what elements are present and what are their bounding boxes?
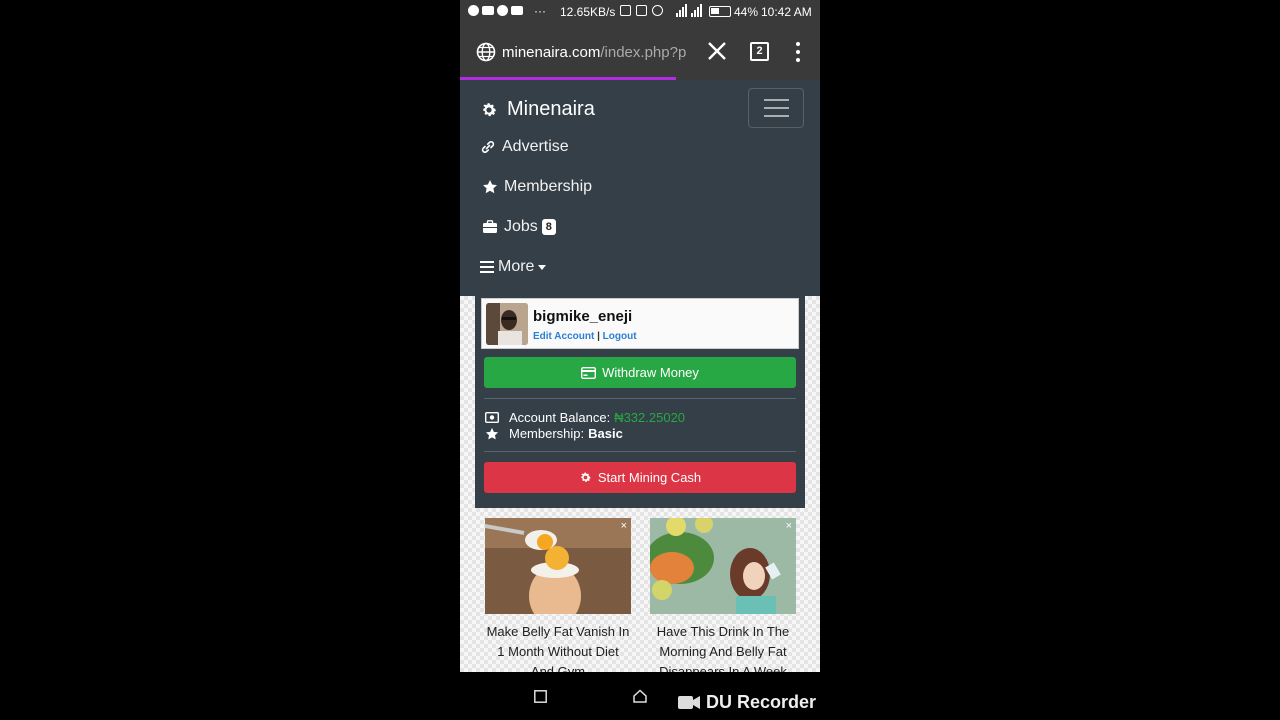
nav-item-label: More [498,258,535,275]
user-info-box: bigmike_eneji Edit Account | Logout [481,298,799,349]
site-navbar: Minenaira Advertise Membership Jobs 8 Mo… [460,80,820,296]
alarm-icon [652,5,663,16]
battery-percent: 44% [734,5,759,19]
ad-close-icon[interactable]: × [786,520,792,532]
battery-icon [709,6,731,17]
user-panel: bigmike_eneji Edit Account | Logout With… [475,296,805,508]
ad-image-drink: × [650,518,796,614]
nav-item-jobs[interactable]: Jobs 8 [482,218,556,236]
nav-item-label: Jobs [504,218,538,235]
home-icon[interactable] [633,689,647,703]
balance-value: ₦332.25020 [614,410,686,425]
cast-icon [620,5,631,16]
ad-image-egg: × [485,518,631,614]
mail-icon [511,6,523,15]
nav-item-label: Advertise [502,138,569,155]
membership-value: Basic [588,426,623,441]
membership-label: Membership: [509,426,585,441]
status-bar: ··· 12.65KB/s 44% 10:42 AM [460,0,820,24]
brand-link[interactable]: Minenaira [480,98,595,121]
bars-icon [480,261,494,273]
video-icon [482,6,494,15]
recorder-label: DU Recorder [706,692,817,712]
firefox-icon [497,5,508,16]
link-separator: | [597,331,600,342]
star-icon [485,427,499,439]
membership-row: Membership: Basic [485,426,623,441]
url-domain: minenaira.com [502,44,601,61]
credit-card-icon [581,366,597,379]
withdraw-money-button[interactable]: Withdraw Money [484,357,796,388]
account-balance-row: Account Balance: ₦332.25020 [485,410,685,425]
divider [484,398,796,399]
username: bigmike_eneji [533,308,633,325]
money-bill-icon [485,412,499,423]
nav-item-advertise[interactable]: Advertise [480,138,569,156]
more-notifications-indicator: ··· [534,4,546,18]
notification-icons [468,5,523,16]
gear-icon [581,472,591,482]
nav-item-membership[interactable]: Membership [482,178,592,196]
star-icon [483,180,497,194]
tab-switcher-button[interactable]: 2 [750,42,769,61]
navbar-toggler-button[interactable] [748,88,804,128]
chevron-down-icon [538,264,547,270]
nav-item-label: Membership [504,178,593,195]
start-mining-button[interactable]: Start Mining Cash [484,462,796,493]
gear-icon [483,102,497,116]
divider [484,451,796,452]
ad-close-icon[interactable]: × [621,520,627,532]
briefcase-icon [483,220,497,233]
nav-item-more-dropdown[interactable]: More [480,258,547,276]
edit-account-link[interactable]: Edit Account [533,331,594,342]
url-path: /index.php?p [600,44,687,61]
avatar [486,303,528,345]
phone-screen: ··· 12.65KB/s 44% 10:42 AM minenaira.com… [460,0,820,720]
signal-icon [676,4,702,17]
video-camera-icon [678,696,700,709]
network-speed: 12.65KB/s [560,5,616,19]
brand-name: Minenaira [507,98,595,120]
account-links: Edit Account | Logout [533,331,637,342]
app-notification-icon [468,5,479,16]
vibrate-icon [636,5,647,16]
globe-icon [476,42,496,62]
system-icons [620,5,663,16]
link-icon [481,141,495,153]
clock: 10:42 AM [761,5,812,19]
logout-link[interactable]: Logout [603,331,637,342]
system-navigation-bar: DU Recorder [460,672,820,720]
du-recorder-overlay: DU Recorder [678,692,816,713]
menu-kebab-icon[interactable] [795,42,801,62]
ad-card[interactable]: × Make Belly Fat Vanish In 1 Month Witho… [485,518,631,682]
withdraw-label: Withdraw Money [602,365,699,380]
balance-label: Account Balance: [509,410,611,425]
start-mining-label: Start Mining Cash [597,470,702,485]
recents-icon[interactable] [534,690,547,703]
address-bar[interactable]: minenaira.com/index.php?p [502,44,697,61]
close-icon[interactable] [706,40,728,62]
page-content: bigmike_eneji Edit Account | Logout With… [460,296,820,679]
ad-card[interactable]: × Have This Drink In The Morning And Bel… [650,518,796,682]
browser-toolbar: minenaira.com/index.php?p 2 [460,24,820,80]
jobs-count-badge: 8 [541,219,556,235]
